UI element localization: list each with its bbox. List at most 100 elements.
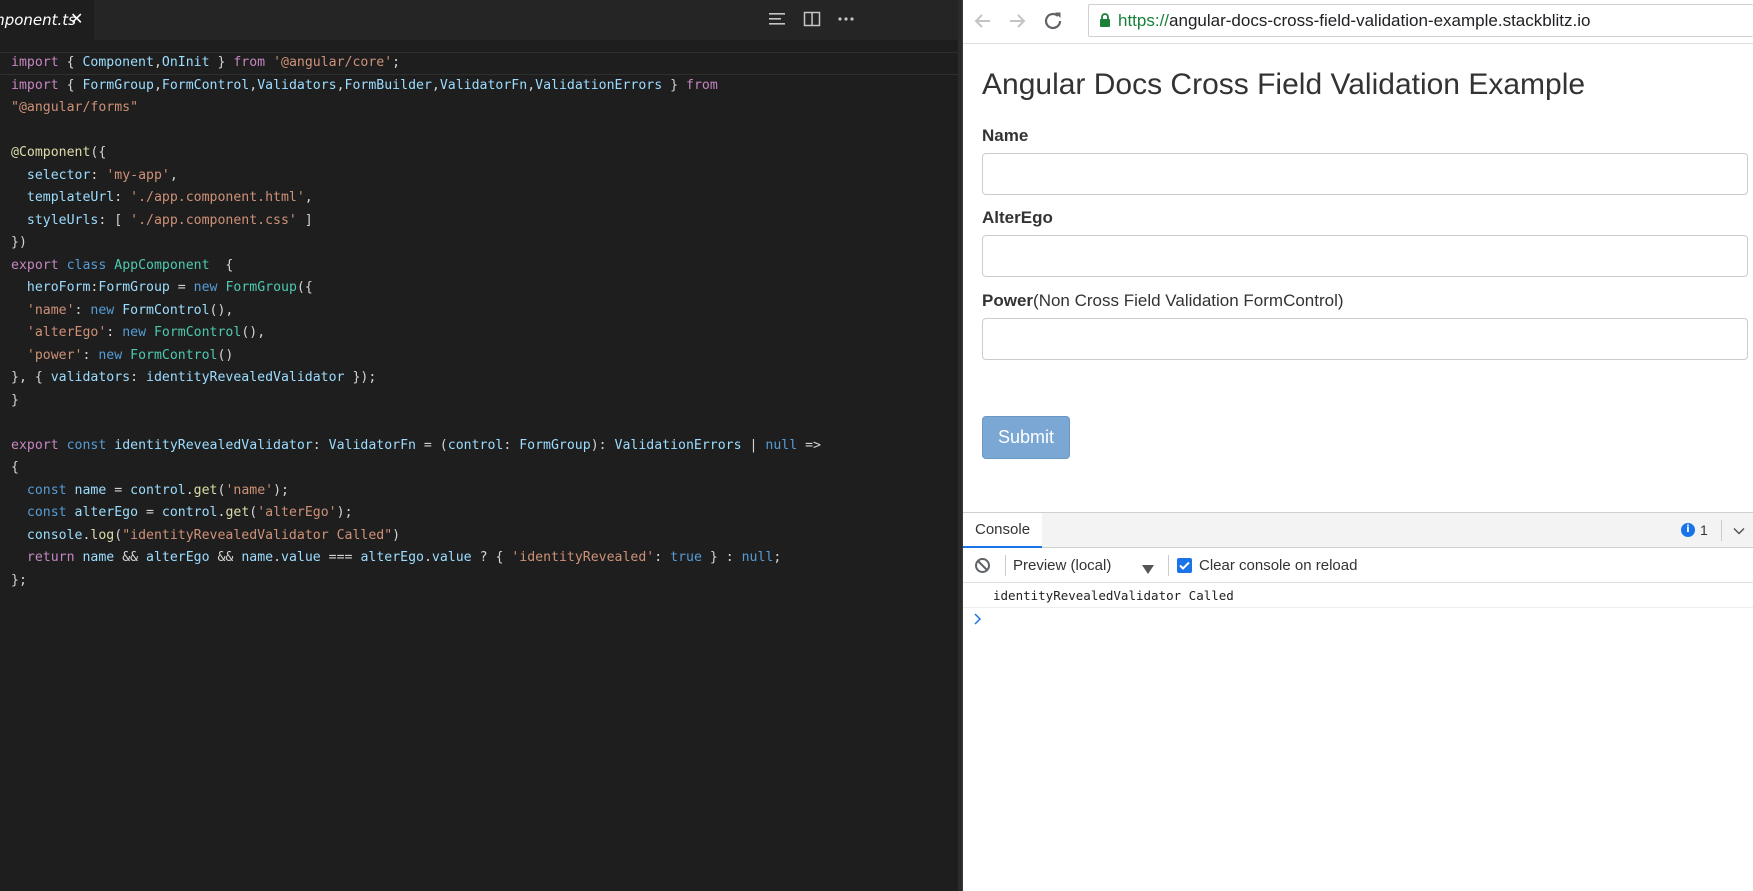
code-token: new (90, 302, 115, 318)
info-icon: i (1681, 523, 1695, 537)
code-line: const alterEgo = control.get('alterEgo')… (11, 502, 821, 525)
address-bar[interactable]: https://angular-docs-cross-field-validat… (1088, 4, 1753, 37)
more-actions-icon[interactable] (836, 10, 856, 28)
code-token: = (169, 280, 194, 295)
code-line: } (11, 390, 821, 413)
page-title: Angular Docs Cross Field Validation Exam… (982, 68, 1586, 101)
code-token: FormBuilder (344, 77, 432, 93)
code-token: ); (336, 505, 353, 520)
code-token: } (209, 55, 234, 70)
alter-ego-input[interactable] (982, 235, 1748, 277)
code-token: "identityRevealedValidator Called" (122, 527, 393, 543)
clear-console-icon[interactable] (974, 557, 991, 579)
tab-console[interactable]: Console (963, 513, 1043, 548)
editor-tab[interactable]: app.component.ts ✕ (0, 0, 94, 40)
code-token: get (193, 482, 218, 498)
url-scheme: https:// (1118, 11, 1170, 30)
code-token: name (82, 550, 115, 565)
code-token: , (169, 167, 178, 183)
code-area[interactable]: import { Component,OnInit } from '@angul… (0, 41, 963, 891)
code-token: , (153, 77, 162, 93)
code-token: identityRevealedValidator (146, 370, 345, 385)
code-token: FormGroup (519, 437, 591, 453)
forward-icon[interactable] (1005, 9, 1029, 33)
code-token: import (11, 55, 59, 70)
code-token: } (11, 392, 19, 408)
code-token: alterEgo (146, 550, 210, 565)
code-line: }) (11, 232, 821, 255)
code-token: === (320, 550, 361, 565)
code-token: 'name' (225, 482, 274, 498)
console-prompt-icon[interactable] (973, 612, 983, 631)
split-editor-icon[interactable] (802, 10, 822, 28)
code-token: : (312, 437, 329, 453)
code-line: @Component({ (11, 142, 821, 165)
code-token: , (304, 190, 313, 205)
code-token: value (431, 550, 472, 565)
divider (1721, 520, 1722, 541)
code-line: 'name': new FormControl(), (11, 300, 821, 323)
code-line: return name && alterEgo && name.value ==… (11, 547, 821, 570)
code-editor[interactable]: app.component.ts ✕ import { Component,On… (0, 0, 963, 891)
code-token: ValidatorFn (439, 77, 528, 93)
code-token: "@angular/forms" (11, 100, 139, 115)
reload-icon[interactable] (1041, 9, 1065, 33)
code-token: @Component (11, 145, 91, 160)
code-token: , (249, 77, 258, 93)
outline-icon[interactable] (767, 10, 787, 28)
code-token: export (11, 437, 59, 453)
code-token: 'name' (26, 302, 75, 318)
code-token: value (281, 550, 321, 565)
code-line: styleUrls: [ './app.component.css' ] (11, 210, 821, 233)
code-token: ? { (471, 550, 512, 565)
divider (1168, 555, 1169, 576)
code-token: }; (11, 572, 27, 588)
code-token: ): (590, 437, 615, 453)
code-token: : (82, 347, 99, 363)
code-line: selector: 'my-app', (11, 165, 821, 188)
code-token: OnInit (161, 55, 210, 70)
name-input[interactable] (982, 153, 1748, 195)
console-panel: Console i 1 Preview (local) Clear consol… (963, 512, 1753, 891)
editor-tab-label: app.component.ts (0, 11, 76, 29)
code-token: : (503, 437, 520, 453)
code-token: const (26, 482, 67, 498)
code-token: './app.component.html' (130, 190, 305, 205)
clear-on-reload-checkbox[interactable] (1177, 558, 1192, 573)
code-token: FormControl (153, 325, 242, 340)
code-line: heroForm:FormGroup = new FormGroup({ (11, 277, 821, 300)
code-line: "@angular/forms" (11, 97, 821, 120)
clear-on-reload-label[interactable]: Clear console on reload (1199, 557, 1357, 574)
code-line: { (11, 457, 821, 480)
url-host: angular-docs-cross-field-validation-exam… (1169, 11, 1591, 30)
code-token: name (241, 550, 274, 565)
chevron-down-icon[interactable] (1731, 523, 1747, 544)
code-token: templateUrl (26, 190, 115, 205)
back-icon[interactable] (971, 9, 995, 33)
code-token: class (66, 257, 107, 273)
code-token: } : (701, 550, 742, 565)
info-count-badge[interactable]: i 1 (1681, 522, 1708, 538)
code-token: }) (11, 235, 27, 250)
code-token: ValidationErrors (614, 437, 742, 453)
divider (1005, 555, 1006, 576)
power-input[interactable] (982, 318, 1748, 360)
code-token: : (106, 325, 123, 340)
context-select[interactable]: Preview (local) (1013, 554, 1154, 578)
code-token: 'my-app' (106, 167, 170, 183)
code-token: '@angular/core' (273, 55, 393, 70)
submit-button[interactable]: Submit (982, 416, 1070, 459)
code-token: : [ (98, 212, 131, 228)
browser-navbar: https://angular-docs-cross-field-validat… (963, 0, 1753, 44)
code-token: , (527, 77, 536, 93)
code-line: }, { validators: identityRevealedValidat… (11, 367, 821, 390)
lock-icon[interactable] (1099, 12, 1111, 33)
code-token: { (11, 460, 19, 475)
code-token: }); (344, 370, 377, 385)
close-tab-icon[interactable]: ✕ (70, 9, 83, 28)
